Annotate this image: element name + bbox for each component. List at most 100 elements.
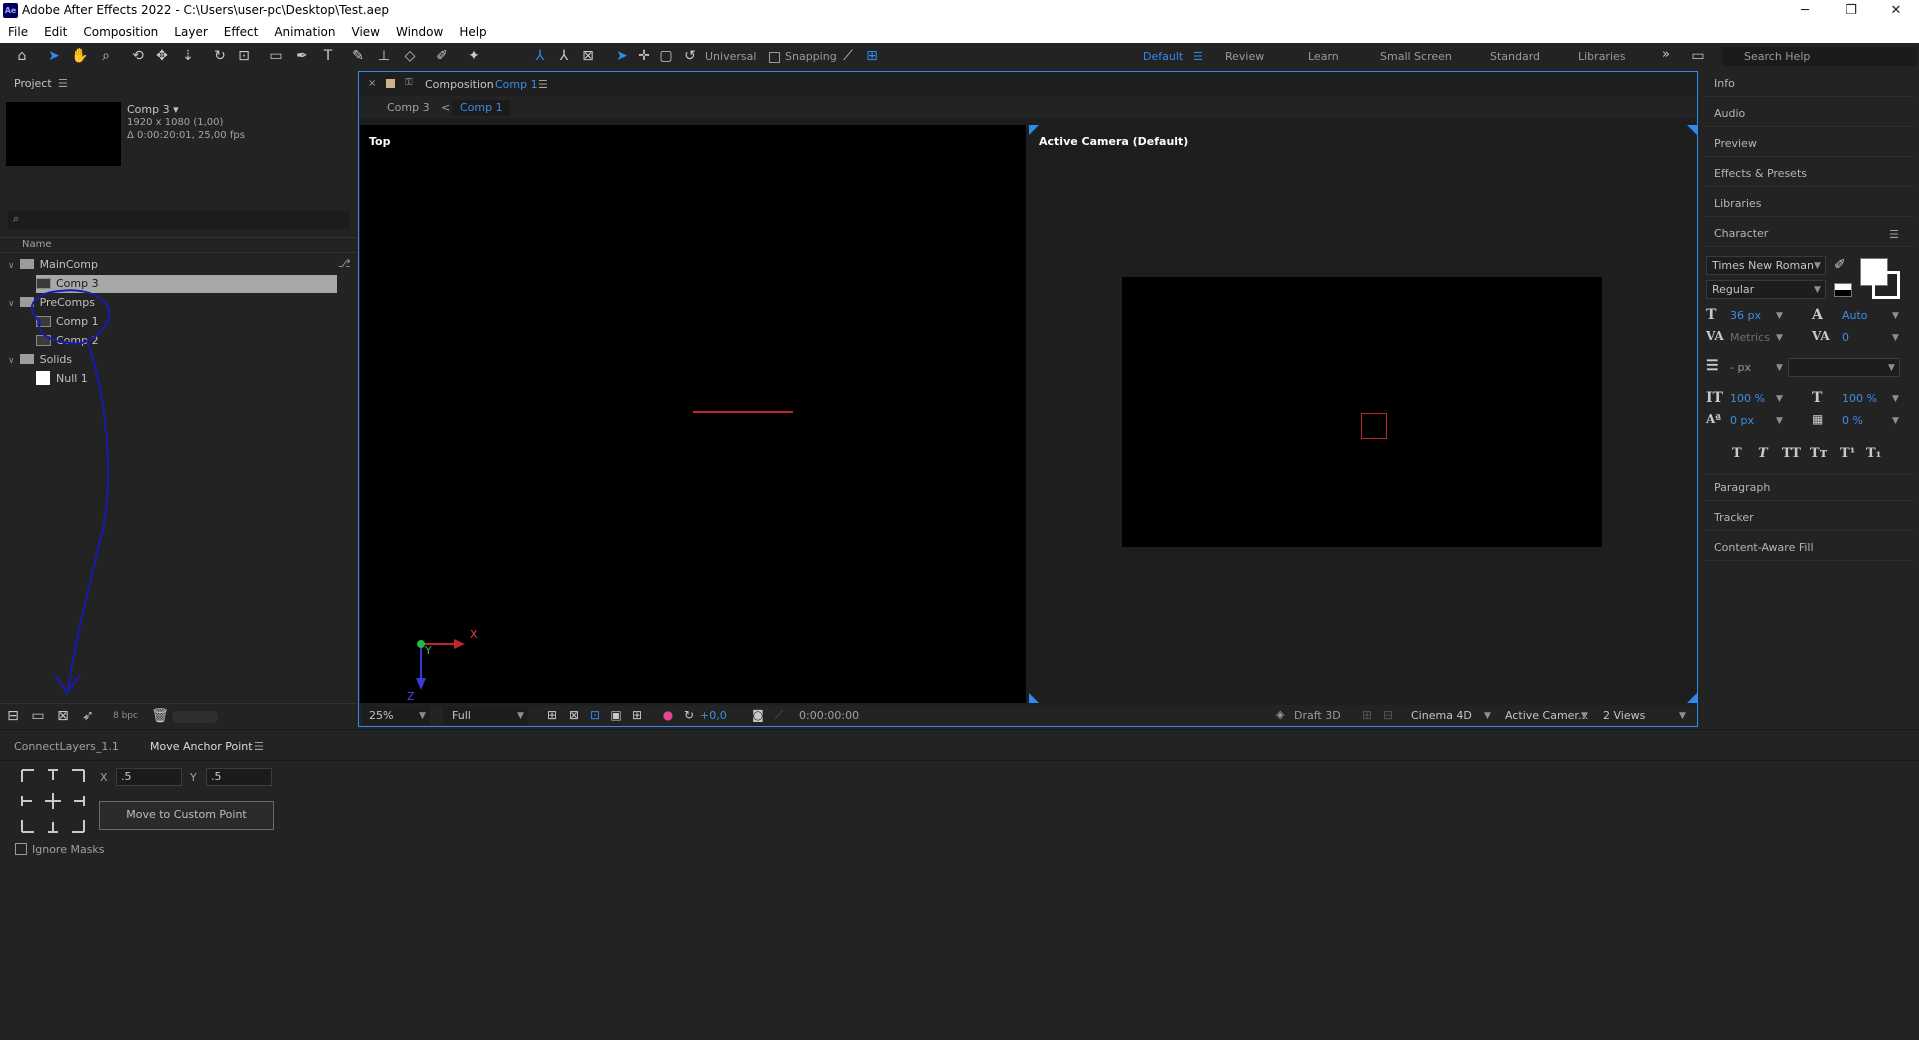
- menu-composition[interactable]: Composition: [83, 22, 158, 43]
- type-tool-icon[interactable]: T: [318, 47, 338, 65]
- null-layer-outline[interactable]: [1361, 413, 1387, 439]
- panel-info[interactable]: Info: [1714, 77, 1735, 90]
- new-folder-icon[interactable]: ▭: [28, 707, 48, 725]
- snap-option-icon[interactable]: ⟋: [838, 47, 858, 65]
- clone-stamp-tool-icon[interactable]: ⊥: [374, 47, 394, 65]
- breadcrumb-current[interactable]: Comp 1: [460, 101, 503, 114]
- workspace-learn[interactable]: Learn: [1308, 50, 1339, 63]
- chevron-down-icon[interactable]: ▼: [1892, 394, 1899, 404]
- small-caps-button[interactable]: Tт: [1810, 446, 1828, 461]
- panel-libraries[interactable]: Libraries: [1714, 197, 1762, 210]
- font-size-value[interactable]: 36 px: [1730, 309, 1761, 322]
- stroke-color-swatch[interactable]: [1872, 271, 1900, 299]
- workspace-review[interactable]: Review: [1225, 50, 1264, 63]
- grid-guides-icon[interactable]: ⊞: [627, 706, 647, 724]
- anchor-grid-icon[interactable]: [20, 768, 86, 834]
- chevron-down-icon[interactable]: ▼: [1776, 394, 1783, 404]
- render-queue-icon[interactable]: ➶: [78, 707, 98, 725]
- panel-content-aware-fill[interactable]: Content-Aware Fill: [1714, 541, 1814, 554]
- faux-bold-button[interactable]: T: [1732, 446, 1742, 461]
- superscript-button[interactable]: T¹: [1840, 446, 1855, 461]
- character-menu-icon[interactable]: ☰: [1889, 228, 1899, 241]
- workspace-standard[interactable]: Standard: [1490, 50, 1540, 63]
- eraser-tool-icon[interactable]: ◇: [400, 47, 420, 65]
- menu-animation[interactable]: Animation: [274, 22, 335, 43]
- local-axis-icon[interactable]: ⅄: [530, 47, 550, 65]
- all-caps-button[interactable]: TT: [1782, 446, 1801, 461]
- top-view[interactable]: [360, 125, 1026, 703]
- universal-select-icon[interactable]: ➤: [612, 47, 632, 65]
- camera-view-dropdown[interactable]: Active Camer...: [1505, 709, 1588, 722]
- workspace-small-screen[interactable]: Small Screen: [1380, 50, 1452, 63]
- panel-character-title[interactable]: Character: [1714, 227, 1768, 240]
- panel-audio[interactable]: Audio: [1714, 107, 1745, 120]
- menu-view[interactable]: View: [352, 22, 380, 43]
- menu-layer[interactable]: Layer: [174, 22, 207, 43]
- panel-tracker[interactable]: Tracker: [1714, 511, 1754, 524]
- vertical-scale-value[interactable]: 100 %: [1730, 392, 1765, 405]
- trash-icon[interactable]: 🗑: [150, 707, 170, 725]
- kerning-value[interactable]: Metrics: [1730, 331, 1770, 344]
- chevron-down-icon[interactable]: ▼: [1892, 311, 1899, 321]
- menu-edit[interactable]: Edit: [44, 22, 67, 43]
- tsume-value[interactable]: 0 %: [1842, 414, 1863, 427]
- panel-toggle-icon[interactable]: ▭: [1688, 47, 1708, 65]
- workspace-more-icon[interactable]: »: [1662, 47, 1670, 62]
- x-input[interactable]: .5: [116, 768, 182, 786]
- baseline-shift-value[interactable]: 0 px: [1730, 414, 1754, 427]
- interpret-footage-icon[interactable]: ⊟: [3, 707, 23, 725]
- snap-grid-icon[interactable]: ⊞: [862, 47, 882, 65]
- swap-colors-icon[interactable]: [1834, 283, 1852, 297]
- menu-help[interactable]: Help: [459, 22, 486, 43]
- ground-plane-icon[interactable]: ⊟: [1378, 706, 1398, 724]
- selection-tool-icon[interactable]: ➤: [44, 47, 64, 65]
- pan-tool-icon[interactable]: ✥: [152, 47, 172, 65]
- renderer-dropdown[interactable]: Cinema 4D: [1411, 709, 1472, 722]
- chevron-down-icon[interactable]: ▼: [1776, 416, 1783, 426]
- world-axis-icon[interactable]: ⅄: [554, 47, 574, 65]
- fast-preview-icon[interactable]: ⊞: [542, 706, 562, 724]
- pen-tool-icon[interactable]: ✒: [292, 47, 312, 65]
- color-channels-icon[interactable]: ●: [658, 706, 678, 724]
- move-to-custom-point-button[interactable]: Move to Custom Point: [99, 801, 274, 830]
- padlock-icon[interactable]: ⚿: [405, 77, 413, 88]
- composition-menu-icon[interactable]: ☰: [538, 78, 548, 91]
- faux-italic-button[interactable]: T: [1758, 446, 1768, 461]
- menu-window[interactable]: Window: [396, 22, 443, 43]
- exposure-value[interactable]: +0,0: [700, 709, 727, 722]
- current-timecode[interactable]: 0:00:00:00: [799, 709, 859, 722]
- snapshot-icon[interactable]: ◙: [748, 706, 768, 724]
- tab-connectlayers[interactable]: ConnectLayers_1.1: [14, 740, 119, 753]
- extended-viewer-icon[interactable]: ⊞: [1357, 706, 1377, 724]
- composition-tab-name[interactable]: Comp 1: [495, 78, 538, 91]
- workspace-menu-icon[interactable]: ☰: [1193, 50, 1203, 63]
- stroke-type-dropdown[interactable]: [1788, 358, 1900, 377]
- panel-preview[interactable]: Preview: [1714, 137, 1757, 150]
- view-layout-dropdown[interactable]: 2 Views: [1603, 709, 1645, 722]
- snapping-checkbox[interactable]: [769, 52, 780, 63]
- chevron-down-icon[interactable]: ▼: [1776, 333, 1783, 343]
- bit-depth-button[interactable]: 8 bpc: [113, 711, 138, 721]
- pan-behind-tool-icon[interactable]: ⊡: [234, 47, 254, 65]
- subscript-button[interactable]: T₁: [1866, 446, 1881, 461]
- scale-gizmo-icon[interactable]: ▢: [656, 47, 676, 65]
- puppet-pin-tool-icon[interactable]: ✦: [464, 47, 484, 65]
- close-button[interactable]: ✕: [1873, 0, 1919, 22]
- reset-exposure-icon[interactable]: ↻: [679, 706, 699, 724]
- move-gizmo-icon[interactable]: ✛: [634, 47, 654, 65]
- new-composition-icon[interactable]: ⊠: [53, 707, 73, 725]
- dolly-tool-icon[interactable]: ⇣: [178, 47, 198, 65]
- search-help-input[interactable]: Search Help: [1722, 47, 1917, 66]
- workspace-default[interactable]: Default: [1143, 50, 1183, 63]
- bottom-panel-menu-icon[interactable]: ☰: [254, 740, 264, 753]
- composition-tab-prefix[interactable]: Composition: [425, 78, 494, 91]
- tracking-value[interactable]: 0: [1842, 331, 1849, 344]
- mask-visibility-icon[interactable]: ⊡: [585, 706, 605, 724]
- show-snapshot-icon[interactable]: ⟋: [769, 706, 789, 724]
- menu-file[interactable]: File: [8, 22, 28, 43]
- panel-effects-presets[interactable]: Effects & Presets: [1714, 167, 1807, 180]
- close-tab-icon[interactable]: ×: [368, 78, 376, 89]
- horizontal-scale-value[interactable]: 100 %: [1842, 392, 1877, 405]
- menu-effect[interactable]: Effect: [224, 22, 259, 43]
- rotation-tool-icon[interactable]: ↻: [210, 47, 230, 65]
